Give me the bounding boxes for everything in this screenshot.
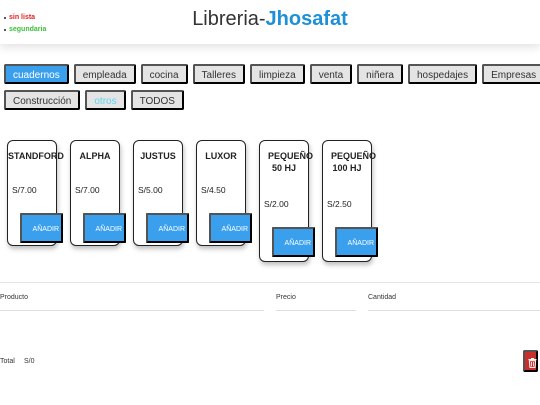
product-card-pequeno-100: PEQUEÑO 100 HJ S/2.50 AÑADIR	[322, 140, 378, 262]
table-divider	[0, 282, 540, 283]
category-button-venta[interactable]: venta	[309, 64, 353, 84]
add-to-cart-button[interactable]: AÑADIR	[209, 213, 252, 243]
total-label: Total	[0, 358, 15, 365]
total-value: S/0	[24, 358, 35, 365]
category-button-cocina[interactable]: cocina	[140, 64, 188, 84]
brand-accent: Jhosafat	[265, 8, 348, 30]
product-name: JUSTUS	[140, 151, 176, 161]
category-button-construccion[interactable]: Construcción	[4, 90, 81, 110]
category-button-limpieza[interactable]: limpieza	[250, 64, 305, 84]
category-bar: cuadernos empleada cocina Talleres limpi…	[4, 64, 540, 116]
product-name: PEQUEÑO 100 HJ	[331, 151, 377, 173]
product-name: PEQUEÑO 50 HJ	[268, 151, 314, 173]
clear-cart-button[interactable]	[523, 350, 538, 372]
add-to-cart-button[interactable]: AÑADIR	[146, 213, 189, 243]
product-price: S/2.50	[327, 199, 352, 209]
column-header-precio: Precio	[276, 294, 356, 311]
product-card-standford: STANDFORD S/7.00 AÑADIR	[7, 140, 64, 246]
product-price: S/2.00	[264, 199, 289, 209]
category-button-todos[interactable]: TODOS	[130, 90, 184, 110]
header-bar: sin lista segundaria Libreria-Jhosafat	[0, 0, 540, 44]
product-price: S/5.00	[138, 185, 163, 195]
category-button-empleada[interactable]: empleada	[73, 64, 136, 84]
product-price: S/7.00	[12, 185, 37, 195]
product-name: LUXOR	[205, 151, 237, 161]
product-price: S/7.00	[75, 185, 100, 195]
product-name: ALPHA	[79, 151, 111, 161]
category-row-2: Construcción otros TODOS	[4, 90, 540, 110]
category-button-otros[interactable]: otros	[85, 90, 126, 110]
product-card-alpha: ALPHA S/7.00 AÑADIR	[70, 140, 126, 246]
category-button-ninera[interactable]: niñera	[357, 64, 403, 84]
add-to-cart-button[interactable]: AÑADIR	[272, 227, 315, 257]
add-to-cart-button[interactable]: AÑADIR	[83, 213, 126, 243]
category-button-empresas[interactable]: Empresas	[482, 64, 540, 84]
column-header-cantidad: Cantidad	[368, 294, 540, 311]
column-header-producto: Producto	[0, 294, 264, 311]
category-button-hospedajes[interactable]: hospedajes	[407, 64, 478, 84]
category-button-talleres[interactable]: Talleres	[192, 64, 245, 84]
product-card-luxor: LUXOR S/4.50 AÑADIR	[196, 140, 252, 246]
add-to-cart-button[interactable]: AÑADIR	[335, 227, 378, 257]
product-card-justus: JUSTUS S/5.00 AÑADIR	[133, 140, 189, 246]
brand-prefix: Libreria-	[192, 8, 266, 30]
category-button-cuadernos[interactable]: cuadernos	[4, 64, 69, 84]
category-row-1: cuadernos empleada cocina Talleres limpi…	[4, 64, 540, 84]
product-name: STANDFORD	[8, 151, 64, 161]
page-title: Libreria-Jhosafat	[0, 8, 540, 31]
product-card-pequeno-50: PEQUEÑO 50 HJ S/2.00 AÑADIR	[259, 140, 315, 262]
add-to-cart-button[interactable]: AÑADIR	[20, 213, 63, 243]
product-price: S/4.50	[201, 185, 226, 195]
